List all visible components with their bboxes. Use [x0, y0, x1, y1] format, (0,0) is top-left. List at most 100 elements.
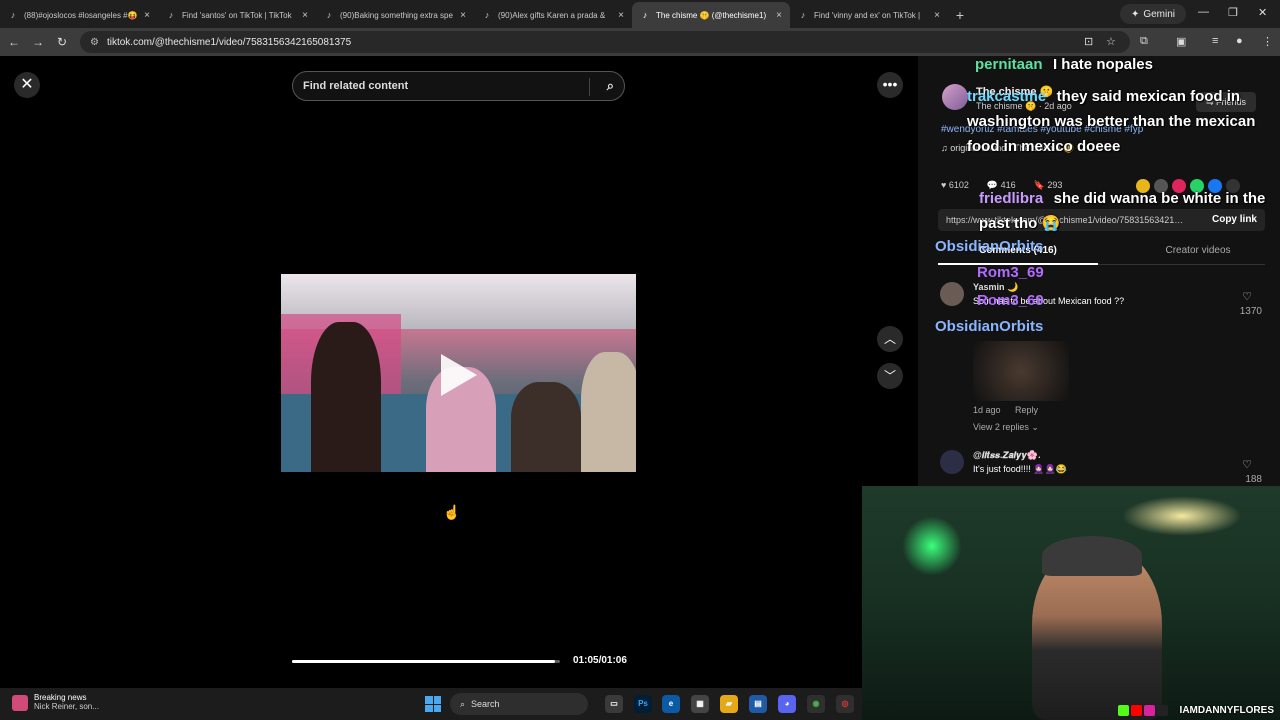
media-icon[interactable]: ≡: [1212, 35, 1218, 47]
chrome-icon[interactable]: ◉: [807, 695, 825, 713]
like-count: 6102: [948, 180, 969, 190]
tab-title: Find 'vinny and ex' on TikTok |: [814, 10, 921, 20]
chat-username: Rom3_69: [977, 292, 1044, 309]
avatar[interactable]: [940, 450, 964, 474]
close-icon[interactable]: ×: [460, 10, 466, 21]
browser-tab[interactable]: ♪ (88)#ojoslocos #losangeles #😝 ×: [0, 2, 158, 28]
close-icon[interactable]: ×: [618, 10, 624, 21]
search-icon[interactable]: ⌕: [607, 78, 614, 94]
social-icons: [1118, 705, 1168, 716]
gemini-button[interactable]: ✦ Gemini: [1120, 4, 1186, 24]
browser-tab[interactable]: ♪ (90)Baking something extra spe ×: [316, 2, 474, 28]
browser-tab[interactable]: ♪ Find 'santos' on TikTok | TikTok ×: [158, 2, 316, 28]
start-icon[interactable]: [425, 696, 441, 712]
chat-username: pernitaan: [975, 56, 1043, 73]
heart-icon[interactable]: ♡: [1242, 458, 1252, 471]
next-video-button[interactable]: ﹀: [877, 363, 903, 389]
edge-icon[interactable]: e: [662, 695, 680, 713]
like-stat[interactable]: ♥ 6102: [941, 180, 969, 191]
taskbar-search-label: Search: [471, 699, 500, 709]
tab-title: The chisme 🤫 (@thechisme1): [656, 10, 767, 20]
browser-tab-active[interactable]: ♪ The chisme 🤫 (@thechisme1) ×: [632, 2, 790, 28]
tab-creator-videos[interactable]: Creator videos: [1118, 245, 1278, 256]
task-view-icon[interactable]: ▭: [605, 695, 623, 713]
app-icon[interactable]: ▤: [749, 695, 767, 713]
reply-button[interactable]: Reply: [1015, 405, 1038, 415]
restore-icon[interactable]: ❐: [1228, 6, 1238, 19]
reload-icon[interactable]: ↻: [50, 35, 74, 49]
video-progress-bar[interactable]: [292, 660, 560, 663]
search-divider: [589, 78, 590, 96]
chat-username: ObsidianOrbits: [935, 238, 1044, 255]
play-icon[interactable]: [441, 354, 477, 396]
app-icon[interactable]: ◎: [836, 695, 854, 713]
video-person: [511, 382, 581, 472]
webcam-light: [1122, 496, 1242, 536]
address-bar[interactable]: ⚙ tiktok.com/@thechisme1/video/758315634…: [80, 31, 1130, 53]
comment-gif: [973, 341, 1069, 401]
avatar[interactable]: [940, 282, 964, 306]
file-explorer-icon[interactable]: ▰: [720, 695, 738, 713]
back-icon[interactable]: ←: [2, 35, 26, 49]
profile-icon[interactable]: ●: [1236, 35, 1243, 47]
store-icon[interactable]: ▦: [691, 695, 709, 713]
tiktok-icon: ♪: [326, 10, 332, 20]
comment-meta: 1d ago Reply: [973, 405, 1050, 415]
more-options-button[interactable]: •••: [877, 72, 903, 98]
close-icon[interactable]: ×: [302, 10, 308, 21]
minimize-icon[interactable]: —: [1198, 6, 1209, 18]
window-close-icon[interactable]: ✕: [1258, 6, 1267, 19]
chat-username: trakcastme: [967, 88, 1047, 105]
site-info-icon[interactable]: ⚙: [90, 37, 99, 48]
author-avatar[interactable]: [942, 84, 968, 110]
video-frame[interactable]: [281, 274, 636, 472]
comment-user[interactable]: @𝒊𝒊𝒕𝒔𝒔.𝒁𝒂𝒍𝒚𝒚🌸.: [973, 450, 1041, 461]
chat-message: I hate nopales: [1052, 56, 1153, 73]
install-icon[interactable]: ⊡: [1084, 35, 1093, 48]
menu-icon[interactable]: ⋮: [1262, 35, 1273, 48]
tiktok-icon: ♪: [642, 10, 648, 20]
photoshop-icon[interactable]: Ps: [634, 695, 652, 713]
screen: ♪ (88)#ojoslocos #losangeles #😝 × ♪ Find…: [0, 0, 1280, 720]
star-icon[interactable]: ☆: [1106, 35, 1116, 48]
tab-title: (90)Baking something extra spe: [340, 10, 453, 20]
close-video-button[interactable]: ✕: [14, 72, 40, 98]
music-note-icon: ♫: [941, 143, 948, 153]
webcam-cap: [1042, 536, 1142, 576]
tab-title: (90)Alex gifts Karen a prada &: [498, 10, 606, 20]
webcam-light: [902, 516, 962, 576]
discord-icon[interactable]: ◕: [778, 695, 796, 713]
view-replies-label: View 2 replies: [973, 422, 1029, 432]
tiktok-icon: ♪: [10, 10, 16, 20]
tiktok-icon: ♪: [800, 10, 806, 20]
heart-icon[interactable]: ♡: [1242, 290, 1252, 303]
close-icon[interactable]: ×: [934, 10, 940, 21]
search-icon: ⌕: [460, 698, 466, 709]
news-widget[interactable]: Breaking news Nick Reiner, son...: [12, 693, 99, 711]
video-progress-fill: [292, 660, 555, 663]
taskbar-search[interactable]: ⌕ Search: [450, 693, 588, 715]
forward-icon[interactable]: →: [26, 35, 50, 49]
close-icon[interactable]: ×: [776, 10, 782, 21]
extensions-icon[interactable]: ⧉: [1140, 35, 1148, 48]
tab-title: (88)#ojoslocos #losangeles #😝: [24, 10, 138, 20]
video-player[interactable]: Find related content ⌕ 01:05/01:06: [281, 56, 636, 688]
tab-title: Find 'santos' on TikTok | TikTok: [182, 10, 292, 20]
chat-username: ObsidianOrbits: [935, 318, 1044, 335]
browser-tab[interactable]: ♪ Find 'vinny and ex' on TikTok | ×: [790, 2, 948, 28]
webcam-feed: IAMDANNYFLORES: [862, 486, 1280, 720]
sidepanel-icon[interactable]: ▣: [1176, 35, 1186, 48]
tiktok-icon: ♪: [168, 10, 174, 20]
new-tab-button[interactable]: +: [948, 2, 972, 28]
comment-likes: 1370: [1239, 306, 1262, 317]
gemini-label: Gemini: [1143, 8, 1176, 20]
close-icon[interactable]: ×: [144, 10, 150, 21]
news-title: Breaking news: [34, 693, 87, 702]
browser-tab[interactable]: ♪ (90)Alex gifts Karen a prada & ×: [474, 2, 632, 28]
previous-video-button[interactable]: ︿: [877, 326, 903, 352]
related-search-input[interactable]: Find related content ⌕: [292, 71, 625, 101]
instagram-icon: [1144, 705, 1155, 716]
chat-line: ObsidianOrbits: [935, 318, 1043, 336]
chat-line: friedlibra she did wanna be white in the…: [979, 186, 1269, 236]
view-replies-button[interactable]: View 2 replies ⌄: [973, 422, 1039, 433]
